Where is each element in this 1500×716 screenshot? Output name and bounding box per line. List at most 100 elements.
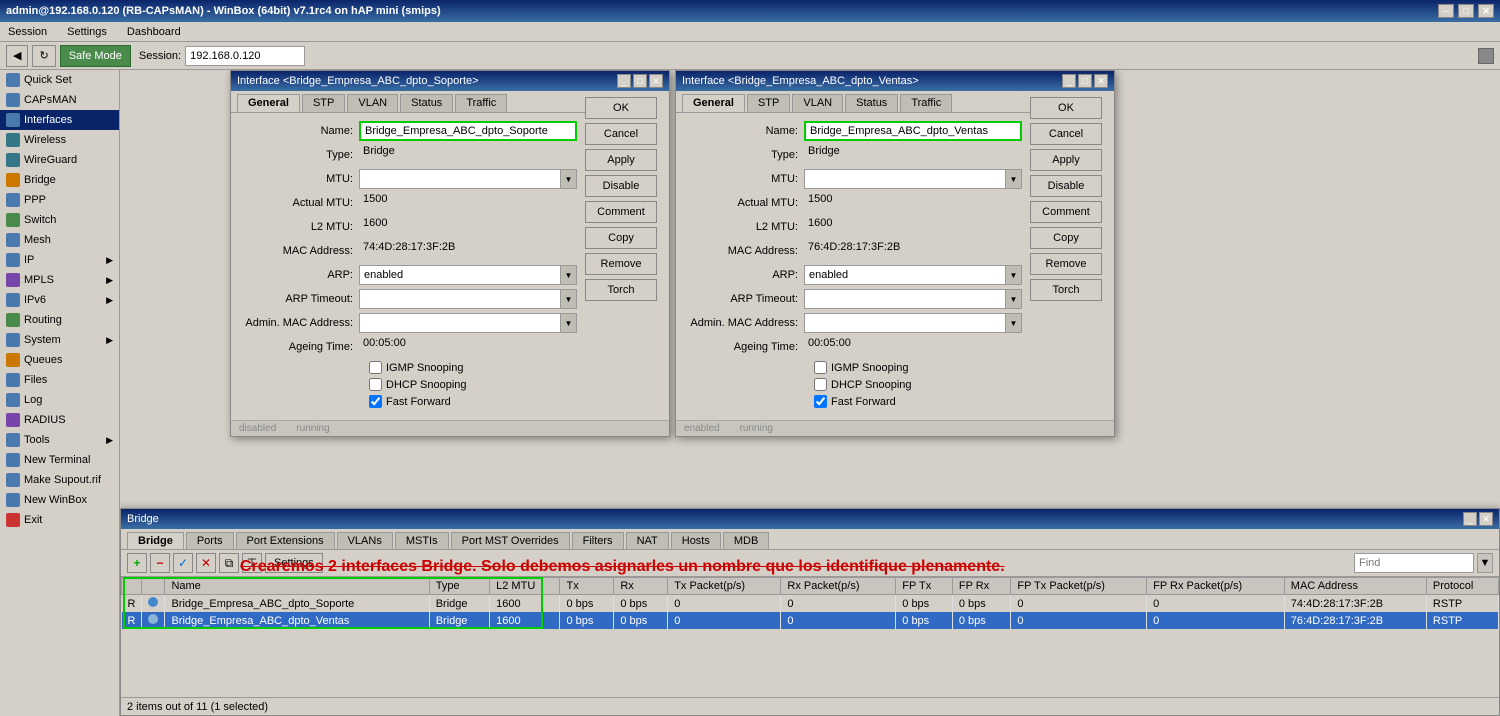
dialog2-title-buttons[interactable]: _ □ ✕ [1062,74,1108,88]
dialog1-name-input[interactable] [359,121,577,141]
dialog2-dhcp-checkbox[interactable] [814,378,827,391]
remove-button[interactable]: − [150,553,170,573]
dialog2-mtu-arrow[interactable]: ▼ [1005,170,1021,188]
title-bar-buttons[interactable]: ─ □ ✕ [1438,4,1494,18]
dialog1-mtu-select[interactable]: ▼ [359,169,577,189]
dialog1-arp-select[interactable]: enabled ▼ [359,265,577,285]
dialog1-adminmac-select[interactable]: ▼ [359,313,577,333]
dialog2-close[interactable]: ✕ [1094,74,1108,88]
copy-button[interactable]: ⧉ [219,553,239,573]
dialog2-tab-vlan[interactable]: VLAN [792,94,843,112]
dialog2-arp-select[interactable]: enabled ▼ [804,265,1022,285]
dialog2-arptimeout-select[interactable]: ▼ [804,289,1022,309]
col-name[interactable]: Name [165,578,429,595]
sidebar-item-wireguard[interactable]: WireGuard [0,150,119,170]
dialog1-tab-status[interactable]: Status [400,94,453,112]
dialog2-arp-arrow[interactable]: ▼ [1005,266,1021,284]
col-fptx[interactable]: FP Tx [896,578,953,595]
session-input[interactable] [185,46,305,66]
disable-button[interactable]: ✕ [196,553,216,573]
col-mac[interactable]: MAC Address [1284,578,1426,595]
dialog2-remove-button[interactable]: Remove [1030,253,1102,275]
sidebar-item-routing[interactable]: Routing [0,310,119,330]
sidebar-item-interfaces[interactable]: Interfaces [0,110,119,130]
dialog1-restore[interactable]: □ [633,74,647,88]
dialog1-close[interactable]: ✕ [649,74,663,88]
sidebar-item-ppp[interactable]: PPP [0,190,119,210]
dialog1-tab-traffic[interactable]: Traffic [455,94,507,112]
bridge-tab-portextensions[interactable]: Port Extensions [236,532,335,549]
dialog1-tab-general[interactable]: General [237,94,300,112]
dialog2-minimize[interactable]: _ [1062,74,1076,88]
dialog2-ok-button[interactable]: OK [1030,97,1102,119]
safe-mode-button[interactable]: Safe Mode [60,45,131,67]
dialog2-igmp-label[interactable]: IGMP Snooping [814,361,908,374]
bridge-tab-portmstoverrides[interactable]: Port MST Overrides [451,532,570,549]
dialog2-cancel-button[interactable]: Cancel [1030,123,1102,145]
dialog1-arptimeout-select[interactable]: ▼ [359,289,577,309]
dialog2-tab-status[interactable]: Status [845,94,898,112]
bridge-tab-hosts[interactable]: Hosts [671,532,721,549]
dialog2-disable-button[interactable]: Disable [1030,175,1102,197]
col-tx[interactable]: Tx [560,578,614,595]
dialog1-ok-button[interactable]: OK [585,97,657,119]
sidebar-item-newterminal[interactable]: New Terminal [0,450,119,470]
dialog1-adminmac-arrow[interactable]: ▼ [560,314,576,332]
sidebar-item-exit[interactable]: Exit [0,510,119,530]
dialog1-tab-stp[interactable]: STP [302,94,345,112]
dialog1-igmp-label[interactable]: IGMP Snooping [369,361,463,374]
forward-button[interactable]: ↻ [32,45,55,67]
bridge-tab-filters[interactable]: Filters [572,532,624,549]
back-button[interactable]: ◀ [6,45,28,67]
dialog2-adminmac-select[interactable]: ▼ [804,313,1022,333]
sidebar-item-mesh[interactable]: Mesh [0,230,119,250]
dialog2-adminmac-arrow[interactable]: ▼ [1005,314,1021,332]
dialog1-comment-button[interactable]: Comment [585,201,657,223]
dialog1-title-buttons[interactable]: _ □ ✕ [617,74,663,88]
bridge-panel-title[interactable]: Bridge _ ✕ [121,509,1499,529]
dialog2-copy-button[interactable]: Copy [1030,227,1102,249]
dialog1-igmp-checkbox[interactable] [369,361,382,374]
dialog1-cancel-button[interactable]: Cancel [585,123,657,145]
bridge-panel-close[interactable]: ✕ [1479,512,1493,526]
sidebar-item-files[interactable]: Files [0,370,119,390]
dialog1-tab-vlan[interactable]: VLAN [347,94,398,112]
sidebar-item-wireless[interactable]: Wireless [0,130,119,150]
dialog2-mtu-select[interactable]: ▼ [804,169,1022,189]
sidebar-item-bridge[interactable]: Bridge [0,170,119,190]
dialog2-arptimeout-arrow[interactable]: ▼ [1005,290,1021,308]
dialog1-dhcp-checkbox[interactable] [369,378,382,391]
dialog2-fastforward-checkbox[interactable] [814,395,827,408]
bridge-tab-mdb[interactable]: MDB [723,532,769,549]
dialog1-fastforward-checkbox[interactable] [369,395,382,408]
dialog1-arptimeout-arrow[interactable]: ▼ [560,290,576,308]
dialog1-dhcp-label[interactable]: DHCP Snooping [369,378,467,391]
dialog1-torch-button[interactable]: Torch [585,279,657,301]
sidebar-item-tools[interactable]: Tools ▶ [0,430,119,450]
sidebar-item-queues[interactable]: Queues [0,350,119,370]
bridge-tab-mstis[interactable]: MSTIs [395,532,449,549]
sidebar-item-log[interactable]: Log [0,390,119,410]
col-type[interactable]: Type [429,578,489,595]
bridge-tab-ports[interactable]: Ports [186,532,234,549]
dialog1-disable-button[interactable]: Disable [585,175,657,197]
dialog2-name-input[interactable] [804,121,1022,141]
bridge-tab-vlans[interactable]: VLANs [337,532,393,549]
dialog2-dhcp-label[interactable]: DHCP Snooping [814,378,912,391]
col-rx[interactable]: Rx [614,578,668,595]
dialog1-copy-button[interactable]: Copy [585,227,657,249]
dialog2-comment-button[interactable]: Comment [1030,201,1102,223]
col-fprxpkt[interactable]: FP Rx Packet(p/s) [1147,578,1285,595]
sidebar-item-ip[interactable]: IP ▶ [0,250,119,270]
dialog2-torch-button[interactable]: Torch [1030,279,1102,301]
find-input[interactable] [1354,553,1474,573]
dialog2-restore[interactable]: □ [1078,74,1092,88]
bridge-tab-nat[interactable]: NAT [626,532,669,549]
enable-button[interactable]: ✓ [173,553,193,573]
col-rxpkt[interactable]: Rx Packet(p/s) [781,578,896,595]
menu-session[interactable]: Session [4,24,51,40]
sidebar-item-switch[interactable]: Switch [0,210,119,230]
dialog1-fastforward-label[interactable]: Fast Forward [369,395,451,408]
dialog2-fastforward-label[interactable]: Fast Forward [814,395,896,408]
menu-dashboard[interactable]: Dashboard [123,24,185,40]
